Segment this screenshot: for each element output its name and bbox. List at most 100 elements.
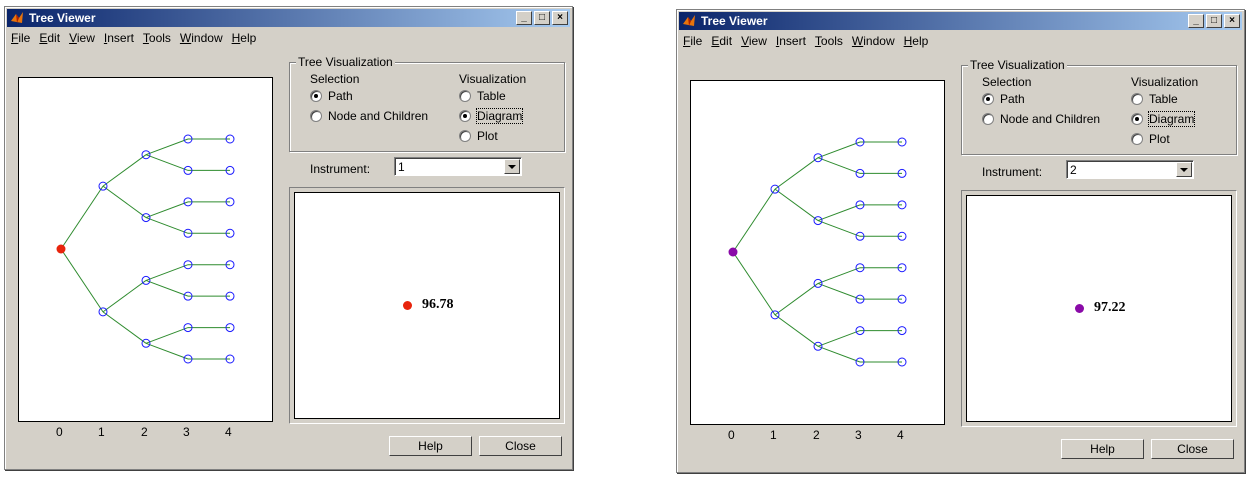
radio-selection-node-and-children[interactable]: Node and Children bbox=[982, 112, 1100, 126]
tree-edge bbox=[145, 154, 189, 171]
menu-view[interactable]: View bbox=[69, 31, 95, 45]
radio-visualization-diagram[interactable]: Diagram bbox=[459, 108, 524, 124]
radio-visualization-diagram[interactable]: Diagram bbox=[1131, 111, 1196, 127]
chevron-down-icon[interactable] bbox=[504, 159, 520, 174]
tree-edge bbox=[774, 157, 819, 190]
window-title: Tree Viewer bbox=[701, 14, 768, 28]
radio-indicator[interactable] bbox=[1131, 133, 1143, 145]
radio-indicator[interactable] bbox=[459, 90, 471, 102]
tree-edge bbox=[774, 283, 819, 316]
help-button[interactable]: Help bbox=[389, 436, 472, 456]
tree-edge bbox=[102, 311, 147, 344]
value-text: 97.22 bbox=[1094, 300, 1126, 315]
radio-indicator[interactable] bbox=[459, 110, 471, 122]
radio-selection-path[interactable]: Path bbox=[982, 92, 1025, 106]
radio-indicator[interactable] bbox=[982, 93, 994, 105]
tree-diagram-axes bbox=[690, 80, 945, 425]
radio-visualization-plot[interactable]: Plot bbox=[459, 129, 498, 143]
root-node-selected[interactable] bbox=[56, 244, 66, 254]
visualization-label: Visualization bbox=[459, 72, 527, 86]
menu-bar: File Edit View Insert Tools Window Help bbox=[11, 31, 265, 47]
radio-visualization-table[interactable]: Table bbox=[459, 89, 506, 103]
menu-edit[interactable]: Edit bbox=[711, 34, 732, 48]
value-text: 96.78 bbox=[422, 297, 454, 312]
tree-edge bbox=[145, 279, 189, 297]
radio-visualization-table[interactable]: Table bbox=[1131, 92, 1178, 106]
instrument-label: Instrument: bbox=[982, 165, 1043, 179]
instrument-dropdown[interactable]: 1 bbox=[394, 157, 522, 176]
radio-indicator[interactable] bbox=[1131, 113, 1143, 125]
maximize-button[interactable]: □ bbox=[534, 11, 550, 25]
menu-bar: File Edit View Insert Tools Window Help bbox=[683, 34, 937, 50]
tree-edge bbox=[817, 267, 861, 284]
title-bar[interactable]: Tree Viewer _ □ × bbox=[7, 9, 570, 27]
close-button[interactable]: Close bbox=[1151, 439, 1234, 459]
minimize-button[interactable]: _ bbox=[1188, 14, 1204, 28]
close-button[interactable]: Close bbox=[479, 436, 562, 456]
value-display: 96.78 bbox=[294, 192, 560, 419]
value-display: 97.22 bbox=[966, 195, 1232, 422]
menu-tools[interactable]: Tools bbox=[815, 34, 843, 48]
x-tick-label: 0 bbox=[728, 428, 735, 442]
menu-file[interactable]: File bbox=[683, 34, 702, 48]
x-tick-label: 1 bbox=[98, 425, 105, 439]
tree-edge bbox=[817, 141, 861, 159]
tree-visualization-group: Tree Visualization Selection Visualizati… bbox=[289, 55, 565, 152]
menu-help[interactable]: Help bbox=[904, 34, 929, 48]
tree-visualization-group: Tree Visualization Selection Visualizati… bbox=[961, 58, 1237, 155]
radio-indicator[interactable] bbox=[982, 113, 994, 125]
radio-visualization-plot[interactable]: Plot bbox=[1131, 132, 1170, 146]
radio-label: Diagram bbox=[1147, 111, 1196, 127]
tree-edge bbox=[102, 185, 147, 218]
menu-tools[interactable]: Tools bbox=[143, 31, 171, 45]
instrument-value: 2 bbox=[1070, 163, 1077, 177]
tree-viewer-window-2: Tree Viewer _ □ × File Edit View Insert Tool… bbox=[676, 9, 1245, 473]
selection-label: Selection bbox=[310, 72, 360, 86]
radio-indicator[interactable] bbox=[310, 110, 322, 122]
tree-edge bbox=[817, 330, 861, 347]
help-button[interactable]: Help bbox=[1061, 439, 1144, 459]
tree-diagram-axes bbox=[18, 77, 273, 422]
radio-indicator[interactable] bbox=[459, 130, 471, 142]
menu-insert[interactable]: Insert bbox=[104, 31, 134, 45]
close-window-button[interactable]: × bbox=[1224, 14, 1240, 28]
tree-edge bbox=[774, 314, 819, 347]
menu-window[interactable]: Window bbox=[180, 31, 223, 45]
radio-label: Path bbox=[1000, 92, 1025, 106]
selection-label: Selection bbox=[982, 75, 1032, 89]
tree-edge bbox=[817, 220, 861, 237]
instrument-dropdown[interactable]: 2 bbox=[1066, 160, 1194, 179]
menu-file[interactable]: File bbox=[11, 31, 30, 45]
radio-label: Table bbox=[1149, 92, 1178, 106]
minimize-button[interactable]: _ bbox=[516, 11, 532, 25]
matlab-logo-icon bbox=[683, 15, 695, 26]
menu-help[interactable]: Help bbox=[232, 31, 257, 45]
menu-window[interactable]: Window bbox=[852, 34, 895, 48]
radio-selection-node-and-children[interactable]: Node and Children bbox=[310, 109, 428, 123]
title-bar[interactable]: Tree Viewer _ □ × bbox=[679, 12, 1242, 30]
close-window-button[interactable]: × bbox=[552, 11, 568, 25]
group-title: Tree Visualization bbox=[968, 58, 1067, 72]
tree-diagram bbox=[728, 137, 907, 367]
x-tick-label: 3 bbox=[855, 428, 862, 442]
tree-edge bbox=[145, 264, 189, 281]
menu-view[interactable]: View bbox=[741, 34, 767, 48]
radio-indicator[interactable] bbox=[310, 90, 322, 102]
menu-edit[interactable]: Edit bbox=[39, 31, 60, 45]
radio-label: Table bbox=[477, 89, 506, 103]
root-node-selected[interactable] bbox=[728, 247, 738, 257]
group-title: Tree Visualization bbox=[296, 55, 395, 69]
x-tick-label: 0 bbox=[56, 425, 63, 439]
instrument-value: 1 bbox=[398, 160, 405, 174]
tree-edge bbox=[145, 217, 189, 234]
chevron-down-icon[interactable] bbox=[1176, 162, 1192, 177]
radio-indicator[interactable] bbox=[1131, 93, 1143, 105]
tree-edge bbox=[145, 138, 189, 156]
radio-label: Path bbox=[328, 89, 353, 103]
tree-edge bbox=[732, 251, 776, 316]
maximize-button[interactable]: □ bbox=[1206, 14, 1222, 28]
tree-edge bbox=[60, 248, 104, 313]
radio-label: Diagram bbox=[475, 108, 524, 124]
menu-insert[interactable]: Insert bbox=[776, 34, 806, 48]
radio-selection-path[interactable]: Path bbox=[310, 89, 353, 103]
